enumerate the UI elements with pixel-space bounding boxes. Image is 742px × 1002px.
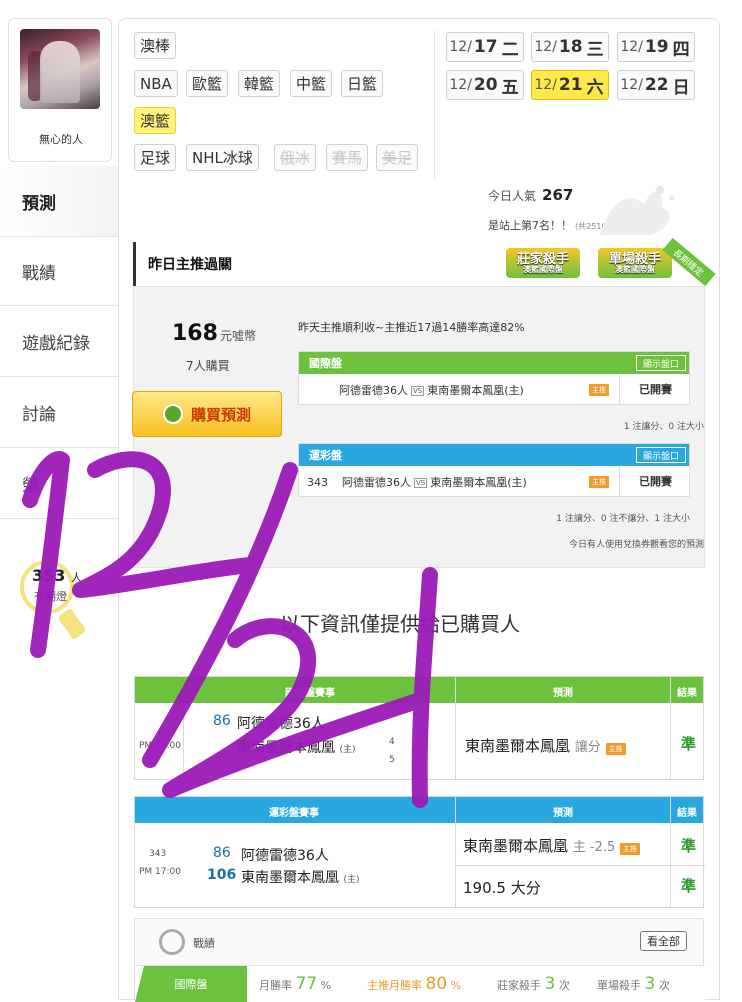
game-time-2: PM 17:00 <box>139 867 181 877</box>
target-icon <box>159 929 185 955</box>
game-state: 已開賽 <box>619 374 691 404</box>
show-odds-button[interactable]: 顯示盤口 <box>635 355 686 371</box>
date-1218[interactable]: 12/18 三 <box>531 32 609 62</box>
game-state-2: 已開賽 <box>619 466 691 496</box>
beacon-count: 353 人 <box>32 566 82 585</box>
cat-american-football: 美足 <box>376 144 419 171</box>
sport-market-head: 運彩盤 顯示盤口 <box>299 444 689 466</box>
stats-bar: 國際盤 月勝率 77 % 主推月勝率 80 % 莊家殺手 3 次 單場殺手 3 … <box>135 965 705 1002</box>
sport-prediction-table: 運彩盤賽事 預測 結果 343 PM 17:00 86 阿德雷德36人 106 … <box>134 796 705 908</box>
banker-killer-badge: 莊家殺手 澳籃國際盤 <box>506 248 580 278</box>
avatar[interactable] <box>20 29 100 109</box>
cat-horse-racing: 賽馬 <box>326 144 369 171</box>
main-monthly-winrate: 主推月勝率 80 % <box>367 974 462 994</box>
intl-matchup: 阿德雷德36人 VS 東南墨爾本鳳凰(主) <box>339 384 524 397</box>
lightbulb-base <box>57 607 87 641</box>
nav-honor[interactable]: 榮 <box>0 449 118 519</box>
home-team-2: 東南墨爾本鳳凰 (主) <box>241 870 360 886</box>
username[interactable]: 無心的人 <box>9 131 113 147</box>
date-1220[interactable]: 12/20 五 <box>446 70 524 100</box>
date-1221-selected[interactable]: 12/21 六 <box>531 70 609 100</box>
away-team-2: 阿德雷德36人 <box>241 848 329 864</box>
game-time: PM 17:00 <box>139 741 181 751</box>
cat-korea-basketball[interactable]: 韓籃 <box>238 70 281 97</box>
tab-intl[interactable]: 國際盤 <box>135 966 247 1002</box>
yesterday-summary: 昨天主推順利收~主推近17過14勝率高達82% <box>298 321 525 334</box>
splash-decoration <box>600 186 675 235</box>
stats-title: 戰績 <box>193 937 215 950</box>
away-number: 86 <box>213 845 231 861</box>
sport-table-header: 運彩盤賽事 預測 結果 <box>135 797 703 823</box>
yesterday-box: 168 元噓幣 7人購買 購買預測 昨天主推順利收~主推近17過14勝率高達82%… <box>132 286 705 568</box>
voucher-note: 今日有人使用兌換券觀看您的預測 <box>568 540 704 550</box>
home-number: 106 <box>207 867 237 883</box>
sport-note: 1 注讓分、0 注不讓分、1 注大小 <box>556 514 690 524</box>
divider <box>434 30 435 180</box>
banker-killer-count: 莊家殺手 3 次 <box>497 974 570 994</box>
nav-predict[interactable]: 預測 <box>0 166 118 236</box>
beacon-hint: 353 人 有明燈 <box>8 560 112 650</box>
sport-game-row: 343 阿德雷德36人 VS 東南墨爾本鳳凰(主) 主推 已開賽 <box>299 466 689 496</box>
cat-japan-basketball[interactable]: 日籃 <box>341 70 384 97</box>
intl-pick: 東南墨爾本鳳凰 讓分 主推 <box>465 735 626 756</box>
cat-nba[interactable]: NBA <box>134 70 178 97</box>
record-stats: 戰績 看全部 國際盤 月勝率 77 % 主推月勝率 80 % 莊家殺手 3 次 … <box>134 918 705 1002</box>
beacon-text: 有明燈 <box>34 590 67 603</box>
sport-pick-2: 190.5 大分 <box>463 879 541 897</box>
see-all-button[interactable]: 看全部 <box>640 931 687 951</box>
show-odds-button-2[interactable]: 顯示盤口 <box>635 447 686 463</box>
sport-result-1: 準 <box>681 837 697 855</box>
sport-matchup: 343 阿德雷德36人 VS 東南墨爾本鳳凰(主) <box>307 476 527 489</box>
game-code: 343 <box>149 849 167 859</box>
monthly-winrate: 月勝率 77 % <box>259 974 332 994</box>
today-popularity: 今日人氣 267 <box>488 186 574 204</box>
intl-market-head: 國際盤 顯示盤口 <box>299 352 689 374</box>
main-pick-tag: 主推 <box>589 384 609 396</box>
intl-prediction-table: 國際盤賽事 預測 結果 PM 17:00 86 阿德雷德36人 東南墨爾本鳳凰 … <box>134 676 704 780</box>
buyer-count: 7人購買 <box>186 359 230 373</box>
line-2: 5 <box>389 755 395 765</box>
buy-prediction-button[interactable]: 購買預測 <box>132 391 282 437</box>
nav-game-log[interactable]: 遊戲紀錄 <box>0 307 118 377</box>
intl-market-table: 國際盤 顯示盤口 阿德雷德36人 VS 東南墨爾本鳳凰(主) 主推 已開賽 <box>298 351 690 405</box>
cat-football[interactable]: 足球 <box>134 144 177 171</box>
profile-card[interactable]: 無心的人 <box>8 18 112 162</box>
single-killer-count: 單場殺手 3 次 <box>597 974 670 994</box>
date-1222[interactable]: 12/22 日 <box>617 70 695 100</box>
single-killer-badge: 單場殺手 澳籃國際盤 <box>598 248 672 278</box>
sport-market-table: 運彩盤 顯示盤口 343 阿德雷德36人 VS 東南墨爾本鳳凰(主) 主推 已開賽 <box>298 443 690 497</box>
cat-euro-basketball[interactable]: 歐籃 <box>186 70 229 97</box>
line-1: 4 <box>389 737 395 747</box>
cat-china-basketball[interactable]: 中籃 <box>290 70 333 97</box>
date-1217[interactable]: 12/17 二 <box>446 32 524 62</box>
intl-game-row: 阿德雷德36人 VS 東南墨爾本鳳凰(主) 主推 已開賽 <box>299 374 689 404</box>
nav-discussion[interactable]: 討論 <box>0 378 118 448</box>
cat-aus-baseball[interactable]: 澳棒 <box>134 32 177 59</box>
buyers-only-title: 以下資訊僅提供給已購買人 <box>280 612 520 636</box>
sport-result-2: 準 <box>681 877 697 895</box>
home-team: 東南墨爾本鳳凰 (主) <box>237 740 356 756</box>
cat-aus-basketball[interactable]: 澳籃 <box>134 107 177 134</box>
main-pick-tag-2: 主推 <box>589 476 609 488</box>
nav-record[interactable]: 戰績 <box>0 236 118 306</box>
yesterday-title: 昨日主推過關 <box>148 257 232 273</box>
cat-nhl[interactable]: NHL冰球 <box>186 144 259 171</box>
away-team: 阿德雷德36人 <box>237 716 325 732</box>
cat-russia-hockey: 俄冰 <box>274 144 317 171</box>
intl-table-header: 國際盤賽事 預測 結果 <box>135 677 703 703</box>
intl-result: 準 <box>681 735 697 753</box>
price: 168 元噓幣 <box>172 321 256 346</box>
yesterday-header: 昨日主推過關 莊家殺手 澳籃國際盤 單場殺手 澳籃國際盤 長期穩定 <box>133 237 716 287</box>
sidebar: 無心的人 預測 戰績 遊戲紀錄 討論 榮 353 人 有明燈 <box>0 0 118 1000</box>
game-number: 86 <box>213 713 231 729</box>
sport-pick-1: 東南墨爾本鳳凰 主 -2.5 主推 <box>463 835 641 856</box>
intl-note: 1 注讓分、0 注大小 <box>623 422 704 432</box>
date-1219[interactable]: 12/19 四 <box>617 32 695 62</box>
coin-icon <box>162 404 183 424</box>
